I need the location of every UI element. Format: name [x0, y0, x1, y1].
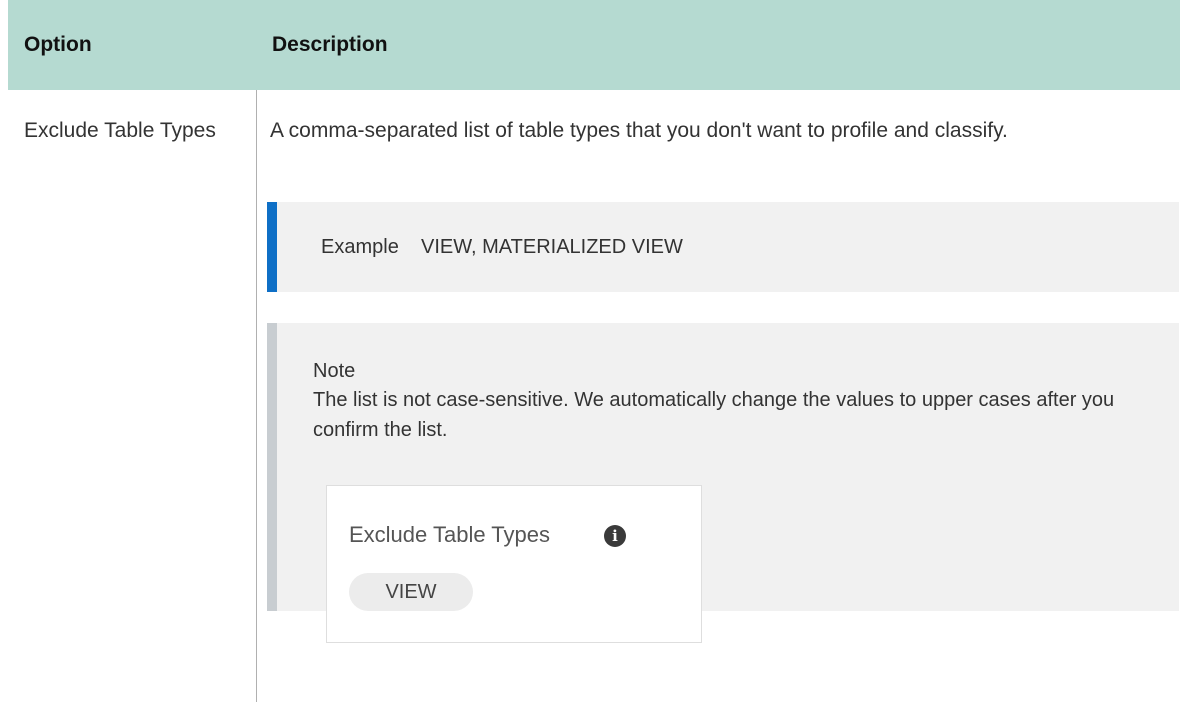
example-value: VIEW, MATERIALIZED VIEW	[421, 236, 683, 258]
exclude-table-types-widget-screenshot: Exclude Table Types i VIEW	[326, 485, 702, 643]
options-table: Option Description Exclude Table Types A…	[8, 0, 1180, 702]
header-description: Description	[272, 33, 388, 56]
value-chip: VIEW	[349, 573, 473, 611]
example-label: Example	[321, 236, 399, 258]
note-text: The list is not case-sensitive. We autom…	[313, 389, 1115, 441]
column-divider	[256, 90, 257, 702]
table-row: Exclude Table Types A comma-separated li…	[8, 90, 1180, 702]
info-icon: i	[604, 525, 626, 547]
option-name: Exclude Table Types	[24, 119, 216, 142]
table-header: Option Description	[8, 0, 1180, 90]
header-option: Option	[24, 33, 92, 56]
note-title: Note	[313, 360, 356, 382]
option-description: A comma-separated list of table types th…	[270, 119, 1008, 142]
example-callout: Example VIEW, MATERIALIZED VIEW	[267, 202, 1179, 292]
note-callout: Note The list is not case-sensitive. We …	[267, 323, 1179, 643]
widget-field-label: Exclude Table Types	[349, 522, 550, 547]
